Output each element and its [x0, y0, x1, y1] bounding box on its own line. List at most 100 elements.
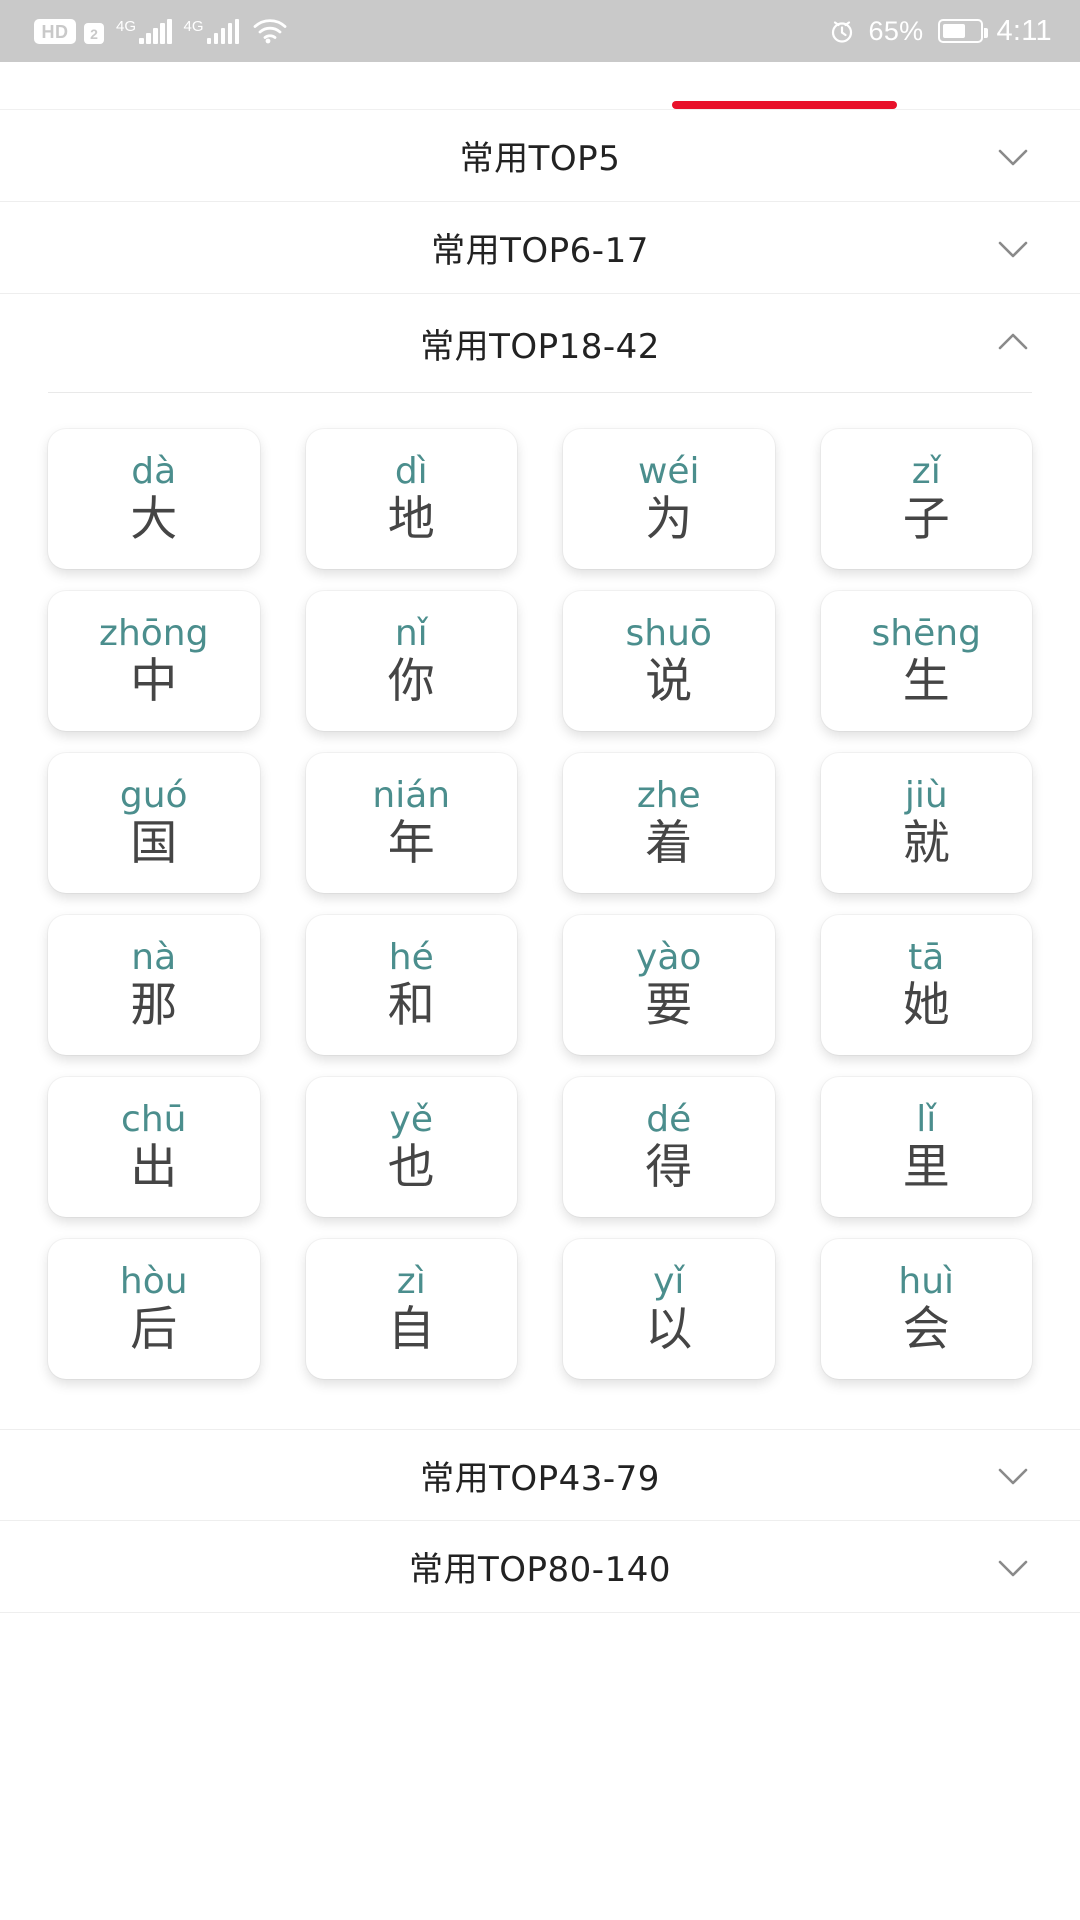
card-pinyin: zhe: [637, 777, 701, 815]
character-card[interactable]: zǐ 子: [821, 429, 1033, 569]
character-card[interactable]: jiù 就: [821, 753, 1033, 893]
card-hanzi: 自: [388, 1305, 435, 1354]
card-hanzi: 国: [130, 819, 177, 868]
character-card[interactable]: dà大: [48, 429, 260, 569]
card-hanzi: 中: [130, 657, 177, 706]
battery-percent-label: 65%: [869, 18, 924, 45]
wifi-icon: [253, 18, 287, 44]
status-bar-right: 65% 4:11: [829, 17, 1052, 46]
accordion-header-0[interactable]: 常用TOP5: [0, 110, 1080, 202]
character-card[interactable]: yào 要: [563, 915, 775, 1055]
card-hanzi: 得: [645, 1143, 692, 1192]
accordion-header-3[interactable]: 常用TOP43-79: [0, 1429, 1080, 1521]
accordion-header-title: 常用TOP18-42: [420, 319, 660, 368]
card-hanzi: 就: [903, 819, 950, 868]
character-grid-slot: dà大 dì 地 wéi 为 zǐ 子 zhōng 中 nǐ 你 shuō 说 shēng 生 guó 国 niá…: [0, 393, 1080, 1429]
accordion-header-2[interactable]: 常用TOP18-42: [0, 294, 1080, 392]
character-card[interactable]: dì 地: [306, 429, 518, 569]
card-pinyin: zǐ: [912, 453, 941, 491]
card-hanzi: 年: [388, 819, 435, 868]
card-pinyin: zì: [397, 1263, 426, 1301]
character-card[interactable]: yě 也: [306, 1077, 518, 1217]
network-type-label-2: 4G: [184, 19, 204, 34]
accordion-header-title: 常用TOP80-140: [409, 1542, 671, 1591]
chevron-up-icon[interactable]: [996, 326, 1030, 360]
character-card-grid: dà大 dì 地 wéi 为 zǐ 子 zhōng 中 nǐ 你 shuō 说 shēng 生 guó 国 niá…: [0, 393, 1080, 1429]
character-card[interactable]: shēng 生: [821, 591, 1033, 731]
card-pinyin: nián: [372, 777, 450, 815]
card-pinyin: chū: [121, 1101, 186, 1139]
card-pinyin: dì: [395, 453, 428, 491]
card-hanzi: 出: [130, 1143, 177, 1192]
accordion-header-4[interactable]: 常用TOP80-140: [0, 1521, 1080, 1613]
card-pinyin: nà: [131, 939, 176, 977]
card-pinyin: zhōng: [99, 615, 208, 653]
status-bar: HD 2 4G 4G: [0, 0, 1080, 62]
active-tab-indicator: [672, 101, 897, 109]
accordion-header-title: 常用TOP5: [460, 131, 621, 180]
chevron-down-icon[interactable]: [996, 1550, 1030, 1584]
character-card[interactable]: nà 那: [48, 915, 260, 1055]
battery-icon: [938, 19, 983, 43]
character-card[interactable]: zhe 着: [563, 753, 775, 893]
card-hanzi: 说: [645, 657, 692, 706]
signal-bars-1: [139, 21, 172, 44]
card-hanzi: 生: [903, 657, 950, 706]
card-pinyin: shēng: [872, 615, 981, 653]
tab-strip[interactable]: [0, 62, 1080, 110]
character-card[interactable]: yǐ以: [563, 1239, 775, 1379]
card-pinyin: huì: [898, 1263, 954, 1301]
accordion-header-title: 常用TOP43-79: [420, 1451, 660, 1500]
card-pinyin: yào: [636, 939, 701, 977]
chevron-down-icon[interactable]: [996, 139, 1030, 173]
character-card[interactable]: tā她: [821, 915, 1033, 1055]
card-pinyin: jiù: [905, 777, 948, 815]
card-hanzi: 要: [645, 981, 692, 1030]
card-pinyin: shuō: [626, 615, 712, 653]
card-hanzi: 后: [130, 1305, 177, 1354]
card-hanzi: 和: [388, 981, 435, 1030]
character-card[interactable]: shuō 说: [563, 591, 775, 731]
alarm-clock-icon: [829, 18, 855, 44]
card-pinyin: tā: [908, 939, 944, 977]
character-card[interactable]: lǐ里: [821, 1077, 1033, 1217]
card-hanzi: 大: [130, 495, 177, 544]
card-hanzi: 地: [388, 495, 435, 544]
chevron-down-icon[interactable]: [996, 1458, 1030, 1492]
signal-strength-icon-1: 4G: [115, 21, 172, 44]
card-hanzi: 着: [645, 819, 692, 868]
card-pinyin: hé: [389, 939, 434, 977]
character-card[interactable]: huì会: [821, 1239, 1033, 1379]
character-card[interactable]: chū 出: [48, 1077, 260, 1217]
card-pinyin: yě: [390, 1101, 433, 1139]
character-card[interactable]: dé 得: [563, 1077, 775, 1217]
accordion-sections-top: 常用TOP5 常用TOP6-17 常用TOP18-42: [0, 110, 1080, 393]
network-type-label-1: 4G: [116, 19, 136, 34]
character-card[interactable]: hé 和: [306, 915, 518, 1055]
card-hanzi: 为: [645, 495, 692, 544]
sim-slot-indicator: 2: [84, 23, 104, 44]
character-card[interactable]: hòu 后: [48, 1239, 260, 1379]
card-pinyin: guó: [120, 777, 188, 815]
accordion-sections-bottom: 常用TOP43-79 常用TOP80-140: [0, 1429, 1080, 1613]
card-pinyin: wéi: [638, 453, 700, 491]
clock-label: 4:11: [997, 17, 1053, 46]
signal-bars-2: [207, 21, 240, 44]
card-hanzi: 子: [903, 495, 950, 544]
character-card[interactable]: nián 年: [306, 753, 518, 893]
character-card[interactable]: zhōng 中: [48, 591, 260, 731]
card-hanzi: 那: [130, 981, 177, 1030]
card-pinyin: nǐ: [395, 615, 428, 653]
card-pinyin: hòu: [120, 1263, 188, 1301]
card-hanzi: 也: [388, 1143, 435, 1192]
character-card[interactable]: guó 国: [48, 753, 260, 893]
card-hanzi: 里: [903, 1143, 950, 1192]
card-pinyin: dé: [646, 1101, 691, 1139]
character-card[interactable]: zì 自: [306, 1239, 518, 1379]
chevron-down-icon[interactable]: [996, 231, 1030, 265]
card-hanzi: 以: [645, 1305, 692, 1354]
accordion-header-1[interactable]: 常用TOP6-17: [0, 202, 1080, 294]
character-card[interactable]: wéi 为: [563, 429, 775, 569]
character-card[interactable]: nǐ 你: [306, 591, 518, 731]
card-hanzi: 你: [388, 657, 435, 706]
